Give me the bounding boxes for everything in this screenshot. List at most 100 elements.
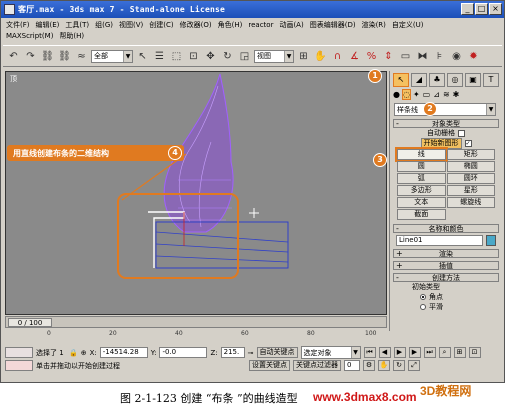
maxscript-listener[interactable] — [5, 347, 33, 358]
lights-icon[interactable]: ✦ — [413, 90, 420, 99]
render-icon[interactable]: ✹ — [466, 48, 481, 64]
ngon-button[interactable]: 多边形 — [397, 185, 446, 196]
modify-tab-icon[interactable]: ◢ — [411, 73, 427, 87]
motion-tab-icon[interactable]: ◎ — [447, 73, 463, 87]
maximize-viewport-icon[interactable]: ⤢ — [408, 360, 420, 371]
start-new-shape-check[interactable]: ✓ — [464, 139, 472, 147]
menu-create[interactable]: 创建(C) — [149, 20, 173, 30]
prev-frame-icon[interactable]: ◀ — [378, 347, 391, 358]
move-icon[interactable]: ✥ — [203, 48, 218, 64]
interpolation-rollout[interactable]: + 插值 — [393, 261, 499, 270]
snap-icon[interactable]: ∩ — [330, 48, 345, 64]
rect-selection-icon[interactable]: ⬚ — [169, 48, 184, 64]
key-filters-button[interactable]: 关键点过滤器 — [293, 360, 341, 371]
arc-button[interactable]: 弧 — [397, 173, 446, 184]
rendering-rollout[interactable]: + 渲染 — [393, 249, 499, 258]
goto-end-icon[interactable]: ⏭ — [423, 347, 436, 358]
menu-view[interactable]: 视图(V) — [119, 20, 143, 30]
minimize-button[interactable]: _ — [461, 3, 474, 15]
goto-start-icon[interactable]: ⏮ — [363, 347, 376, 358]
transform-mode-icon[interactable]: ⊕ — [81, 349, 87, 357]
start-new-shape[interactable]: 开始新图形 ✓ — [390, 137, 502, 149]
object-type-rollout[interactable]: - 对象类型 — [393, 119, 499, 128]
named-selection-icon[interactable]: ▭ — [398, 48, 413, 64]
bind-space-warp-icon[interactable]: ≈ — [74, 48, 89, 64]
x-coordinate-field[interactable]: -14514.28 — [99, 347, 148, 358]
object-color-swatch[interactable] — [486, 235, 496, 246]
time-slider[interactable]: 0 / 100 — [5, 316, 387, 328]
text-button[interactable]: 文本 — [397, 197, 446, 208]
select-object-icon[interactable]: ↖ — [135, 48, 150, 64]
section-button[interactable]: 截面 — [397, 209, 446, 220]
link-icon[interactable]: ⛓ — [40, 48, 55, 64]
shapes-icon[interactable]: ◌ — [401, 89, 411, 100]
zoom-all-icon[interactable]: ⊞ — [453, 347, 466, 358]
menu-tools[interactable]: 工具(T) — [65, 20, 89, 30]
rectangle-button[interactable]: 矩形 — [446, 149, 495, 160]
pivot-icon[interactable]: ⊞ — [296, 48, 311, 64]
key-icon[interactable]: ⊸ — [248, 349, 254, 357]
creation-method-rollout[interactable]: - 创建方法 — [393, 273, 499, 282]
shape-category-dropdown[interactable]: 样条线 ▼ — [394, 103, 496, 116]
selection-filter-dropdown[interactable]: 全部 ▼ — [91, 49, 133, 63]
systems-icon[interactable]: ✱ — [453, 90, 460, 99]
zoom-extents-icon[interactable]: ⊡ — [468, 347, 481, 358]
utilities-tab-icon[interactable]: T — [483, 73, 499, 87]
arc-rotate-icon[interactable]: ↻ — [393, 360, 405, 371]
name-color-rollout[interactable]: - 名称和颜色 — [393, 224, 499, 233]
geometry-icon[interactable]: ● — [393, 90, 400, 99]
menu-animation[interactable]: 动画(A) — [279, 20, 303, 30]
window-crossing-icon[interactable]: ⊡ — [186, 48, 201, 64]
menu-maxscript[interactable]: MAXScript(M) — [6, 32, 53, 40]
ellipse-button[interactable]: 椭圆 — [446, 161, 495, 172]
menu-reactor[interactable]: reactor — [248, 21, 273, 29]
track-bar[interactable]: 0 20 40 60 80 100 — [5, 330, 387, 342]
mirror-icon[interactable]: ⧓ — [415, 48, 430, 64]
radio-smooth[interactable]: 平滑 — [390, 302, 502, 312]
object-name-input[interactable]: Line01 — [396, 235, 483, 246]
line-button[interactable]: 线 — [395, 147, 448, 162]
menu-modifiers[interactable]: 修改器(O) — [180, 20, 212, 30]
y-coordinate-field[interactable]: -0.0 — [159, 347, 208, 358]
redo-icon[interactable]: ↷ — [23, 48, 38, 64]
selected-objects-dropdown[interactable]: 选定对象 ▼ — [300, 346, 361, 359]
spinner-snap-icon[interactable]: ⇕ — [381, 48, 396, 64]
undo-icon[interactable]: ↶ — [6, 48, 21, 64]
auto-key-button[interactable]: 自动关键点 — [256, 347, 298, 358]
percent-snap-icon[interactable]: % — [364, 48, 379, 64]
menu-file[interactable]: 文件(F) — [6, 20, 30, 30]
cameras-icon[interactable]: ▭ — [423, 90, 431, 99]
autogrid-checkbox[interactable]: 自动栅格 — [390, 128, 502, 138]
menu-customize[interactable]: 自定义(U) — [392, 20, 424, 30]
viewport-top[interactable]: 顶 — [5, 71, 387, 315]
manipulate-icon[interactable]: ✋ — [313, 48, 328, 64]
hierarchy-tab-icon[interactable]: ♣ — [429, 73, 445, 87]
time-slider-thumb[interactable]: 0 / 100 — [8, 318, 52, 327]
time-config-icon[interactable]: ⚙ — [363, 360, 375, 371]
next-frame-icon[interactable]: ▶ — [408, 347, 421, 358]
play-icon[interactable]: ▶ — [393, 347, 406, 358]
helpers-icon[interactable]: ⊿ — [433, 90, 440, 99]
close-button[interactable]: × — [489, 3, 502, 15]
pan-icon[interactable]: ✋ — [378, 360, 390, 371]
select-by-name-icon[interactable]: ☰ — [152, 48, 167, 64]
material-editor-icon[interactable]: ◉ — [449, 48, 464, 64]
helix-button[interactable]: 螺旋线 — [446, 197, 495, 208]
radio-corner[interactable]: 角点 — [390, 292, 502, 302]
scale-icon[interactable]: ◲ — [237, 48, 252, 64]
create-tab-icon[interactable]: ↖ — [393, 73, 409, 87]
start-new-shape-button[interactable]: 开始新图形 — [420, 137, 462, 149]
star-button[interactable]: 星形 — [446, 185, 495, 196]
menu-rendering[interactable]: 渲染(R) — [362, 20, 386, 30]
maxscript-mini-listener[interactable] — [5, 360, 33, 371]
menu-graph-editors[interactable]: 图表编辑器(D) — [310, 20, 356, 30]
z-coordinate-field[interactable]: 215. — [220, 347, 245, 358]
unlink-icon[interactable]: ⛓ — [57, 48, 72, 64]
maximize-button[interactable]: □ — [475, 3, 488, 15]
coord-system-dropdown[interactable]: 视图 ▼ — [254, 49, 294, 63]
menu-help[interactable]: 帮助(H) — [59, 31, 84, 41]
circle-button[interactable]: 圆 — [397, 161, 446, 172]
lock-icon[interactable]: 🔒 — [69, 349, 78, 357]
zoom-icon[interactable]: ⌕ — [438, 347, 451, 358]
angle-snap-icon[interactable]: ∡ — [347, 48, 362, 64]
